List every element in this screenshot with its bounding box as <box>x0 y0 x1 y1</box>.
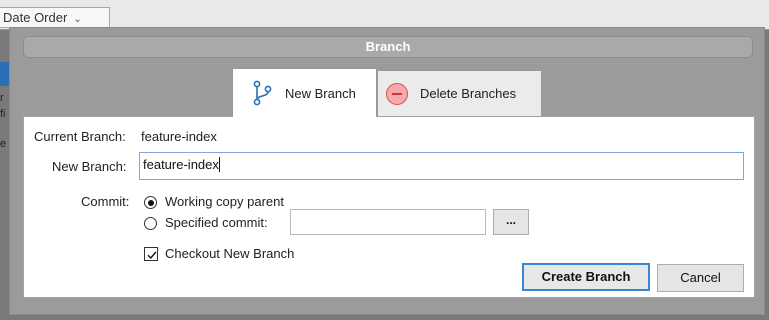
branch-icon <box>251 80 273 106</box>
tab-delete-branches-label: Delete Branches <box>420 86 517 101</box>
new-branch-panel: Current Branch: feature-index New Branch… <box>23 116 755 298</box>
cancel-button[interactable]: Cancel <box>657 264 744 292</box>
new-branch-input-value: feature-index <box>143 157 219 172</box>
minus-circle-icon <box>386 82 408 105</box>
tab-new-branch[interactable]: New Branch <box>232 68 377 117</box>
specified-commit-label: Specified commit: <box>165 215 268 230</box>
new-branch-input[interactable]: feature-index <box>139 152 744 180</box>
background-text-fragment: fi <box>0 108 6 120</box>
new-branch-label: New Branch: <box>52 159 127 174</box>
background-text-fragment: r <box>0 92 4 104</box>
sort-order-combo[interactable]: Date Order ⌄ <box>0 7 110 28</box>
checkout-new-branch-checkbox[interactable] <box>144 247 158 261</box>
create-branch-button[interactable]: Create Branch <box>522 263 650 291</box>
background-toolbar: Date Order ⌄ <box>0 0 769 30</box>
radio-specified-commit[interactable] <box>144 217 157 230</box>
tab-new-branch-label: New Branch <box>285 85 356 101</box>
checkout-new-branch-label: Checkout New Branch <box>165 246 295 261</box>
browse-commit-button[interactable]: ... <box>493 209 529 235</box>
radio-working-copy-parent[interactable] <box>144 196 157 209</box>
specified-commit-input[interactable] <box>290 209 486 235</box>
tab-delete-branches[interactable]: Delete Branches <box>377 70 542 117</box>
check-icon <box>147 251 157 260</box>
commit-label: Commit: <box>81 194 130 209</box>
background-selection-bar <box>0 62 9 86</box>
sort-order-label: Date Order <box>3 10 68 25</box>
text-caret <box>218 157 220 172</box>
current-branch-value: feature-index <box>141 129 217 144</box>
current-branch-label: Current Branch: <box>34 129 126 144</box>
branch-dialog: Branch New Branch Delete Branches Curren… <box>9 27 765 315</box>
working-copy-parent-label: Working copy parent <box>165 194 284 209</box>
background-text-fragment: e <box>0 138 7 150</box>
dialog-title: Branch <box>23 36 753 58</box>
chevron-down-icon: ⌄ <box>73 14 82 25</box>
